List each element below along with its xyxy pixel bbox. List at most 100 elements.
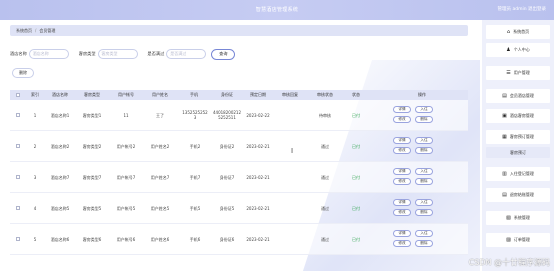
edit-button[interactable]: 修改 bbox=[393, 178, 411, 185]
status-badge: 已付 bbox=[352, 175, 360, 180]
breadcrumb: 系统首页 / 会员管理 bbox=[10, 25, 468, 36]
sidebar-item-checkout[interactable]: ▤ 退房结账管理 bbox=[486, 188, 550, 202]
sidebar-item-label: 会员酒店管理 bbox=[509, 93, 534, 98]
sidebar-item-users[interactable]: ☰ 用户管理 bbox=[486, 66, 550, 80]
sidebar-item-bookings[interactable]: ▦ 客房预订管理 bbox=[486, 130, 550, 144]
sidebar-subitem-booking[interactable]: 客房预订 bbox=[486, 147, 550, 158]
filter-label-paid: 是否满过 bbox=[147, 51, 165, 56]
col-review: 审核状态 bbox=[317, 92, 333, 97]
checkin-button[interactable]: 入住 bbox=[415, 137, 433, 144]
cell-hotel: 酒店名称1 bbox=[50, 113, 70, 118]
delete-button[interactable]: 删除 bbox=[12, 68, 34, 78]
cell-room: 客房类型5 bbox=[82, 206, 102, 211]
user-info[interactable]: 管理员 admin 退出登录 bbox=[498, 6, 546, 12]
sidebar-item-checkin[interactable]: ▥ 入住登记管理 bbox=[486, 167, 550, 181]
col-idcard: 身份证 bbox=[221, 92, 233, 97]
list-icon: ☰ bbox=[506, 70, 511, 76]
edit-button[interactable]: 修改 bbox=[393, 209, 411, 216]
bookings-table: 索引 酒店名称 客房类型 用户帐号 用户姓名 手机 身份证 预定日期 审核回复 … bbox=[10, 90, 468, 255]
order-icon: ▨ bbox=[506, 237, 511, 243]
cell-room: 客房类型7 bbox=[82, 175, 102, 180]
sidebar-item-profile[interactable]: ♟ 个人中心 bbox=[486, 43, 550, 57]
mouse-cursor-icon: I bbox=[291, 147, 294, 155]
cell-room: 客房类型6 bbox=[82, 237, 102, 242]
select-all-checkbox[interactable] bbox=[16, 93, 20, 97]
cell-account: 用户帐号6 bbox=[116, 237, 136, 242]
edit-button[interactable]: 修改 bbox=[393, 240, 411, 247]
row-checkbox[interactable] bbox=[16, 206, 20, 210]
sidebar-item-label: 入住登记管理 bbox=[509, 171, 534, 176]
checkin-button[interactable]: 入住 bbox=[415, 106, 433, 113]
delete-row-button[interactable]: 删除 bbox=[415, 209, 433, 216]
row-checkbox[interactable] bbox=[16, 113, 20, 117]
table-row: 4 酒店名称5 客房类型5 用户帐号5 用户姓名5 手机5 身份证5 2023-… bbox=[10, 193, 468, 224]
settings-icon: ▧ bbox=[506, 215, 511, 221]
detail-button[interactable]: 详情 bbox=[393, 106, 411, 113]
row-actions: 详情 入住 修改 删除 bbox=[393, 199, 453, 216]
cell-account: 用户帐号2 bbox=[116, 144, 136, 149]
checkin-button[interactable]: 入住 bbox=[415, 168, 433, 175]
paid-input[interactable]: 是否满过 bbox=[166, 49, 207, 59]
cell-hotel: 酒店名称2 bbox=[50, 144, 70, 149]
sidebar-item-system[interactable]: ▧ 系统管理 bbox=[486, 211, 550, 225]
col-date: 预定日期 bbox=[250, 92, 266, 97]
query-button[interactable]: 查询 bbox=[211, 48, 236, 60]
delete-row-button[interactable]: 删除 bbox=[415, 147, 433, 154]
delete-row-button[interactable]: 删除 bbox=[415, 116, 433, 123]
cell-review: 待审核 bbox=[319, 113, 331, 118]
checkin-button[interactable]: 入住 bbox=[415, 230, 433, 237]
sidebar-item-orders[interactable]: ▨ 订单管理 bbox=[486, 233, 550, 247]
calendar-icon: ▦ bbox=[502, 134, 507, 140]
breadcrumb-separator: / bbox=[35, 28, 37, 33]
edit-button[interactable]: 修改 bbox=[393, 147, 411, 154]
table-row: 2 酒店名称2 客房类型2 用户帐号2 用户姓名2 手机2 身份证2 2023-… bbox=[10, 131, 468, 162]
delete-row-button[interactable]: 删除 bbox=[415, 240, 433, 247]
status-badge: 已付 bbox=[352, 206, 360, 211]
hotel-icon: ▤ bbox=[502, 93, 507, 99]
cell-idcard: 身份证7 bbox=[219, 175, 235, 180]
cell-date: 2023-02-21 bbox=[246, 175, 270, 180]
row-checkbox[interactable] bbox=[16, 144, 20, 148]
cell-phone: 13525252523 bbox=[182, 110, 208, 120]
room-icon: ▣ bbox=[502, 113, 507, 119]
detail-button[interactable]: 详情 bbox=[393, 230, 411, 237]
filter-label-room: 客房类型 bbox=[78, 51, 96, 56]
sidebar-item-member-hotel[interactable]: ▤ 会员酒店管理 bbox=[486, 89, 550, 103]
sidebar-item-label: 系统首页 bbox=[513, 29, 530, 34]
delete-row-button[interactable]: 删除 bbox=[415, 178, 433, 185]
row-checkbox[interactable] bbox=[16, 175, 20, 179]
col-name: 用户姓名 bbox=[152, 92, 168, 97]
cell-date: 2023-02-22 bbox=[246, 113, 270, 118]
detail-button[interactable]: 详情 bbox=[393, 199, 411, 206]
cell-index: 3 bbox=[33, 175, 37, 180]
row-checkbox[interactable] bbox=[16, 237, 20, 241]
sidebar-item-home[interactable]: ⌂ 系统首页 bbox=[486, 25, 550, 39]
sidebar-item-label: 订单管理 bbox=[513, 237, 530, 242]
checkin-button[interactable]: 入住 bbox=[415, 199, 433, 206]
detail-button[interactable]: 详情 bbox=[393, 168, 411, 175]
filter-label-hotel: 酒店名称 bbox=[10, 51, 27, 56]
cell-phone: 手机7 bbox=[189, 175, 201, 180]
sidebar: ⌂ 系统首页 ♟ 个人中心 ☰ 用户管理 ▤ 会员酒店管理 ▣ 酒店客房管理 ▦ 客房预订管… bbox=[482, 20, 554, 271]
cell-review: 通过 bbox=[321, 175, 329, 180]
cell-phone: 手机2 bbox=[189, 144, 201, 149]
cell-phone: 手机6 bbox=[189, 237, 201, 242]
cell-date: 2023-02-21 bbox=[246, 206, 270, 211]
status-badge: 已付 bbox=[352, 113, 360, 118]
cell-hotel: 酒店名称6 bbox=[50, 237, 70, 242]
cell-account: 用户帐号5 bbox=[116, 206, 136, 211]
cell-room: 客房类型2 bbox=[82, 144, 102, 149]
cell-date: 2023-02-21 bbox=[246, 237, 270, 242]
home-icon: ⌂ bbox=[506, 29, 511, 35]
edit-button[interactable]: 修改 bbox=[393, 116, 411, 123]
room-type-input[interactable]: 客房类型 bbox=[97, 49, 138, 59]
cell-hotel: 酒店名称5 bbox=[50, 206, 70, 211]
detail-button[interactable]: 详情 bbox=[393, 137, 411, 144]
col-actions: 操作 bbox=[418, 92, 426, 97]
search-filters: 酒店名称 酒店名称 客房类型 客房类型 是否满过 是否满过 查询 bbox=[10, 47, 236, 61]
hotel-name-input[interactable]: 酒店名称 bbox=[28, 49, 69, 59]
cell-review: 通过 bbox=[321, 237, 329, 242]
cell-idcard: 440182002125252511 bbox=[213, 110, 241, 120]
sidebar-item-rooms[interactable]: ▣ 酒店客房管理 bbox=[486, 109, 550, 123]
breadcrumb-home[interactable]: 系统首页 bbox=[16, 28, 32, 34]
